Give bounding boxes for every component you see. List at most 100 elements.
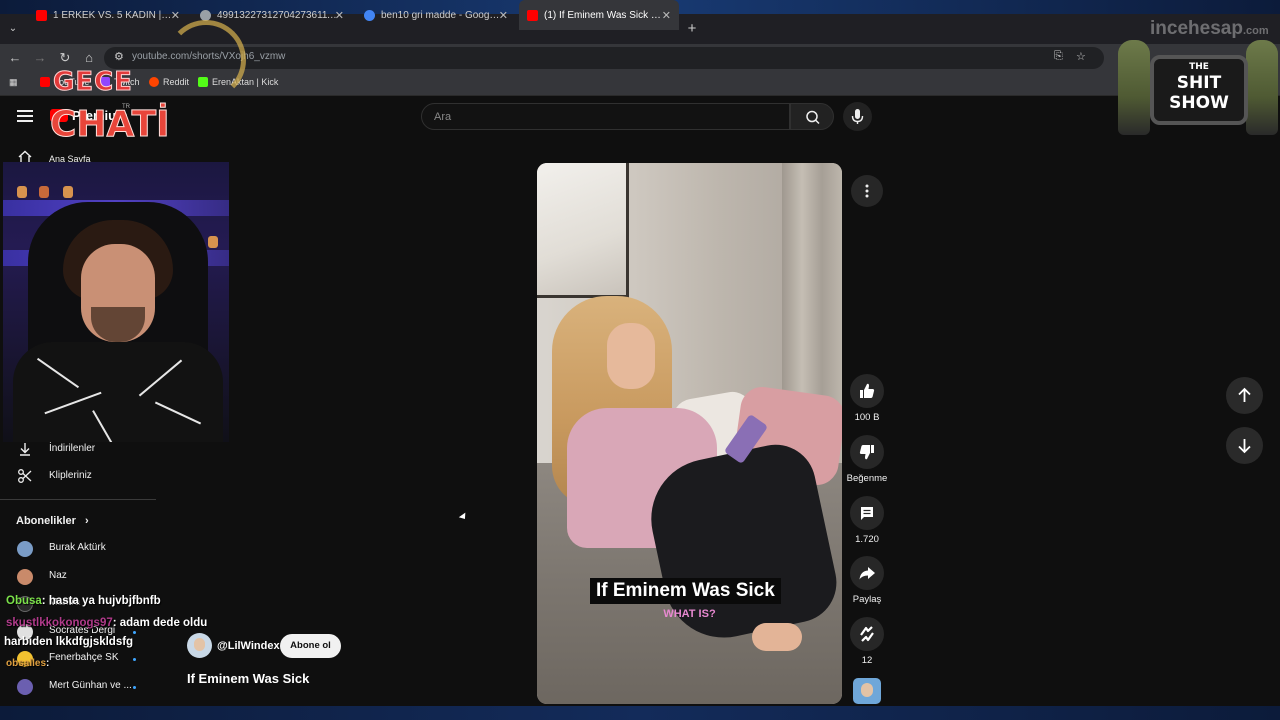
video-scene-foot — [752, 623, 802, 651]
webcam-figure — [17, 186, 27, 198]
voice-search-button[interactable] — [843, 102, 872, 131]
like-button[interactable] — [850, 374, 884, 408]
close-icon[interactable]: ✕ — [171, 9, 180, 22]
search-icon — [806, 110, 820, 125]
subscriptions-heading[interactable]: Abonelikler › — [16, 515, 89, 527]
video-title[interactable]: If Eminem Was Sick — [187, 671, 309, 686]
chat-message: harbiden lkkdfgjskldsfg — [4, 636, 133, 648]
address-bar[interactable]: ⚙ youtube.com/shorts/VXojh6_vzmw ⎘ ☆ — [104, 47, 1104, 69]
close-icon[interactable]: ✕ — [662, 9, 671, 22]
avatar — [17, 541, 33, 557]
browser-tab[interactable]: 1 ERKEK VS. 5 KADIN | FİYAT ✕ — [28, 0, 188, 30]
moon-icon — [166, 20, 246, 100]
tab-search-icon[interactable]: ⌄ — [5, 14, 21, 44]
close-icon[interactable]: ✕ — [335, 9, 344, 22]
video-scene-painting — [537, 163, 629, 298]
comments-button[interactable] — [850, 496, 884, 530]
more-vertical-icon — [865, 184, 869, 198]
scissors-icon — [18, 469, 32, 483]
stream-logo: GECE CHATİ — [48, 20, 246, 155]
subscriptions-heading-label: Abonelikler — [16, 515, 76, 527]
sidebar-item-label: Mert Günhan ve ... — [49, 680, 132, 691]
shirt-stripe — [138, 359, 183, 397]
sound-thumbnail[interactable] — [853, 678, 881, 704]
remix-count: 12 — [861, 655, 873, 666]
browser-tab-active[interactable]: (1) If Eminem Was Sick - Yo ✕ — [519, 0, 679, 30]
dislike-button[interactable] — [850, 435, 884, 469]
webcam-figure — [208, 236, 218, 248]
like-count: 100 B — [854, 412, 880, 423]
chat-user: skustlkkokonogs97 — [6, 617, 113, 629]
chat-message: obsalles: — [6, 658, 49, 669]
forward-icon[interactable]: → — [32, 50, 48, 66]
sidebar-item-label: Fenerbahçe SK — [49, 652, 119, 663]
channel-avatar-face — [194, 638, 205, 651]
stream-bottom-bar — [0, 706, 1280, 720]
dislike-label: Beğenme — [846, 473, 888, 484]
hamburger-menu-icon[interactable] — [17, 110, 33, 125]
shorts-video-player[interactable]: If Eminem Was Sick WHAT IS? — [537, 163, 842, 704]
avatar — [17, 569, 33, 585]
microphone-icon — [851, 109, 864, 124]
more-options-button[interactable] — [851, 175, 883, 207]
new-content-dot — [133, 631, 136, 634]
avatar — [17, 679, 33, 695]
arrow-up-icon — [1238, 387, 1251, 402]
arrow-down-icon — [1238, 439, 1251, 454]
chat-user: Obusa — [6, 595, 42, 607]
sidebar-divider — [0, 499, 156, 500]
video-scene-face — [607, 323, 655, 389]
sidebar-item-subscription[interactable]: Mert Günhan ve ... — [0, 676, 156, 698]
install-app-icon[interactable]: ⎘ — [1054, 50, 1063, 63]
channel-name[interactable]: @LilWindex — [217, 640, 280, 652]
new-content-dot — [133, 686, 136, 689]
sidebar-item-downloads[interactable]: İndirilenler — [0, 439, 156, 461]
share-label: Paylaş — [852, 594, 882, 605]
shirt-stripe — [92, 410, 114, 442]
sponsor-name: incehesap — [1150, 18, 1243, 39]
google-favicon-icon — [364, 9, 375, 21]
thumbs-down-icon — [859, 445, 874, 460]
sidebar-item-label: Naz — [49, 570, 67, 581]
sidebar-item-label: Klipleriniz — [49, 470, 92, 481]
previous-video-button[interactable] — [1226, 377, 1263, 414]
sidebar-item-clips[interactable]: Klipleriniz — [0, 466, 156, 488]
youtube-favicon-icon — [527, 9, 538, 21]
browser-tab[interactable]: ben10 gri madde - Google'da A ✕ — [356, 0, 516, 30]
search-placeholder: Ara — [434, 111, 452, 123]
streamer-webcam — [3, 162, 229, 442]
channel-avatar[interactable] — [187, 633, 212, 658]
new-content-dot — [133, 658, 136, 661]
sidebar-item-subscription[interactable]: Naz — [0, 566, 156, 588]
stream-logo-line2: CHATİ — [50, 104, 171, 146]
subscribe-button[interactable]: Abone ol — [280, 634, 341, 658]
close-icon[interactable]: ✕ — [499, 9, 508, 22]
share-button[interactable] — [850, 556, 884, 590]
webcam-streamer-shirt — [13, 342, 223, 442]
chevron-right-icon: › — [84, 515, 89, 527]
thumbs-up-icon — [860, 383, 875, 398]
plus-icon[interactable]: + — [684, 14, 700, 44]
sidebar-item-subscription[interactable]: Burak Aktürk — [0, 538, 156, 560]
webcam-figure — [39, 186, 49, 198]
bookmark-star-icon[interactable]: ☆ — [1076, 50, 1086, 63]
tab-title: 1 ERKEK VS. 5 KADIN | FİYAT — [53, 9, 173, 21]
screen: ⌄ 1 ERKEK VS. 5 KADIN | FİYAT ✕ 49913227… — [0, 0, 1280, 720]
apps-grid-icon[interactable]: ▦ — [9, 77, 18, 88]
download-icon — [20, 443, 30, 456]
remix-icon — [860, 626, 874, 642]
show-logo-line3: SHOW — [1169, 93, 1229, 113]
video-caption: If Eminem Was Sick — [590, 578, 781, 604]
remix-button[interactable] — [850, 617, 884, 651]
search-button[interactable] — [790, 103, 834, 130]
shirt-stripe — [154, 401, 202, 425]
chat-text: harbiden lkkdfgjskldsfg — [4, 636, 134, 648]
soldier-figure — [1246, 40, 1278, 135]
back-icon[interactable]: ← — [7, 50, 23, 66]
sound-thumbnail-face — [861, 683, 873, 697]
youtube-favicon-icon — [36, 9, 47, 21]
search-input[interactable]: Ara — [421, 103, 790, 130]
tab-title: (1) If Eminem Was Sick - Yo — [544, 9, 664, 21]
next-video-button[interactable] — [1226, 427, 1263, 464]
sponsor-tld: .com — [1242, 25, 1269, 37]
